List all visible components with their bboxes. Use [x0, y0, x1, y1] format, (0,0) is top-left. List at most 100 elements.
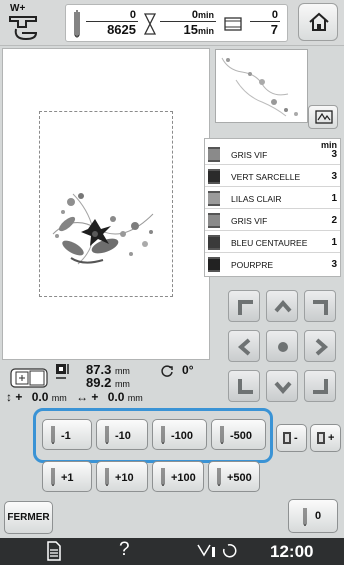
time-total: 15: [183, 22, 198, 37]
needle-icon: [105, 426, 109, 444]
image-scan-icon: [315, 110, 333, 124]
needle-icon: [161, 468, 165, 486]
back-1-stitch-button[interactable]: -1: [42, 419, 92, 450]
needle-icon: [161, 426, 165, 444]
scan-image-button[interactable]: [308, 105, 338, 129]
rotate-icon: [161, 365, 173, 377]
thumbnail-design: [221, 57, 298, 117]
height-unit: mm: [114, 379, 130, 389]
thread-minutes: 3: [331, 259, 337, 270]
time-total-unit: min: [197, 26, 214, 36]
move-left-button[interactable]: [228, 330, 260, 362]
corner-down-right-icon: [313, 379, 328, 394]
button-label: +1: [61, 472, 74, 484]
fermer-button[interactable]: FERMER: [4, 501, 53, 534]
needle-icon: [74, 10, 80, 38]
design-info: 87.3 mm 0° 89.2 mm ↕ + 0.0 mm ↔ + 0.0 mm: [2, 360, 226, 406]
spool-icon: [208, 169, 220, 184]
document-icon[interactable]: [46, 541, 62, 561]
corner-up-right-icon: [313, 300, 328, 315]
previous-color-button[interactable]: -: [276, 424, 307, 452]
button-label: FERMER: [7, 512, 50, 523]
button-label: +10: [115, 472, 134, 484]
corner-up-left-icon: [238, 300, 253, 315]
status-bar: ? 12:00: [0, 538, 344, 565]
height-value: 89.2: [86, 375, 112, 390]
button-label: -100: [171, 430, 194, 442]
center-dot-icon: [278, 342, 288, 352]
back-10-stitches-button[interactable]: -10: [96, 419, 148, 450]
spool-icon: [208, 257, 220, 272]
help-icon[interactable]: ?: [119, 539, 130, 561]
button-label: +100: [171, 472, 196, 484]
spool-icon: [208, 235, 220, 250]
button-label: -: [294, 432, 298, 444]
spool-icon: [224, 17, 242, 31]
forward-500-stitches-button[interactable]: +500: [208, 461, 260, 492]
position-offsets: ↕ + 0.0 mm ↔ + 0.0 mm: [6, 390, 143, 404]
thread-minutes: 2: [331, 215, 337, 226]
home-icon: [309, 12, 329, 31]
home-button[interactable]: [298, 3, 338, 41]
move-up-right-button[interactable]: [304, 290, 336, 322]
thread-row: LILAS CLAIR 1: [205, 187, 340, 209]
thread-name: GRIS VIF: [231, 216, 268, 226]
chevron-up-icon: [274, 299, 292, 313]
move-down-button[interactable]: [266, 370, 298, 402]
color-total: 7: [270, 22, 278, 37]
settings-icon[interactable]: [196, 541, 240, 561]
spool-icon: [283, 432, 291, 444]
presser-foot-icon: W+: [6, 3, 42, 43]
chevron-right-icon: [315, 338, 329, 356]
embroidery-preview[interactable]: [2, 48, 210, 360]
thread-row: VERT SARCELLE 3: [205, 165, 340, 187]
forward-1-stitch-button[interactable]: +1: [42, 461, 92, 492]
needle-icon: [220, 426, 224, 444]
thread-name: POURPRE: [231, 260, 274, 270]
button-label: -1: [61, 430, 71, 442]
forward-10-stitches-button[interactable]: +10: [96, 461, 148, 492]
offset-horizontal-unit: mm: [127, 393, 143, 403]
needle-icon: [303, 508, 307, 526]
hourglass-icon: [144, 13, 156, 35]
color-counter: 0 7: [250, 9, 280, 37]
move-up-left-button[interactable]: [228, 290, 260, 322]
thread-minutes: 3: [331, 171, 337, 182]
thread-minutes: 3: [331, 149, 337, 160]
clock: 12:00: [270, 542, 314, 561]
design-height: 89.2 mm: [86, 375, 130, 390]
thread-row: GRIS VIF 3: [205, 143, 340, 165]
chevron-left-icon: [237, 338, 251, 356]
reset-stitch-button[interactable]: 0: [288, 499, 338, 533]
next-color-button[interactable]: +: [310, 424, 341, 452]
thread-color-list: min GRIS VIF 3 VERT SARCELLE 3 LILAS CLA…: [204, 138, 341, 277]
back-500-stitches-button[interactable]: -500: [211, 419, 266, 450]
offset-vertical-value: 0.0: [31, 390, 49, 404]
move-center-button[interactable]: [266, 330, 298, 362]
angle-value: 0: [182, 363, 189, 377]
forward-100-stitches-button[interactable]: +100: [152, 461, 204, 492]
top-bar: W+ 0 8625 0min 15min 0 7: [0, 0, 344, 46]
stitch-count: 0: [86, 9, 138, 22]
stitch-counter: 0 8625: [86, 9, 138, 37]
thread-name: LILAS CLAIR: [231, 194, 282, 204]
back-100-stitches-button[interactable]: -100: [152, 419, 207, 450]
thread-minutes: 1: [331, 193, 337, 204]
chevron-down-icon: [274, 381, 292, 395]
thread-row: GRIS VIF 2: [205, 209, 340, 231]
needle-icon: [51, 426, 55, 444]
direction-pad: [226, 288, 341, 405]
rotation-angle: 0°: [182, 363, 194, 377]
move-right-button[interactable]: [304, 330, 336, 362]
move-up-button[interactable]: [266, 290, 298, 322]
needle-icon: [51, 468, 55, 486]
move-down-right-button[interactable]: [304, 370, 336, 402]
thread-name: BLEU CENTAUREE: [231, 238, 308, 248]
needle-icon: [105, 468, 109, 486]
thread-name: GRIS VIF: [231, 150, 268, 160]
design-thumbnail: [215, 49, 308, 123]
vertical-offset-icon: ↕ +: [6, 390, 23, 404]
size-icon: [56, 364, 69, 379]
move-down-left-button[interactable]: [228, 370, 260, 402]
corner-down-left-icon: [238, 379, 253, 394]
